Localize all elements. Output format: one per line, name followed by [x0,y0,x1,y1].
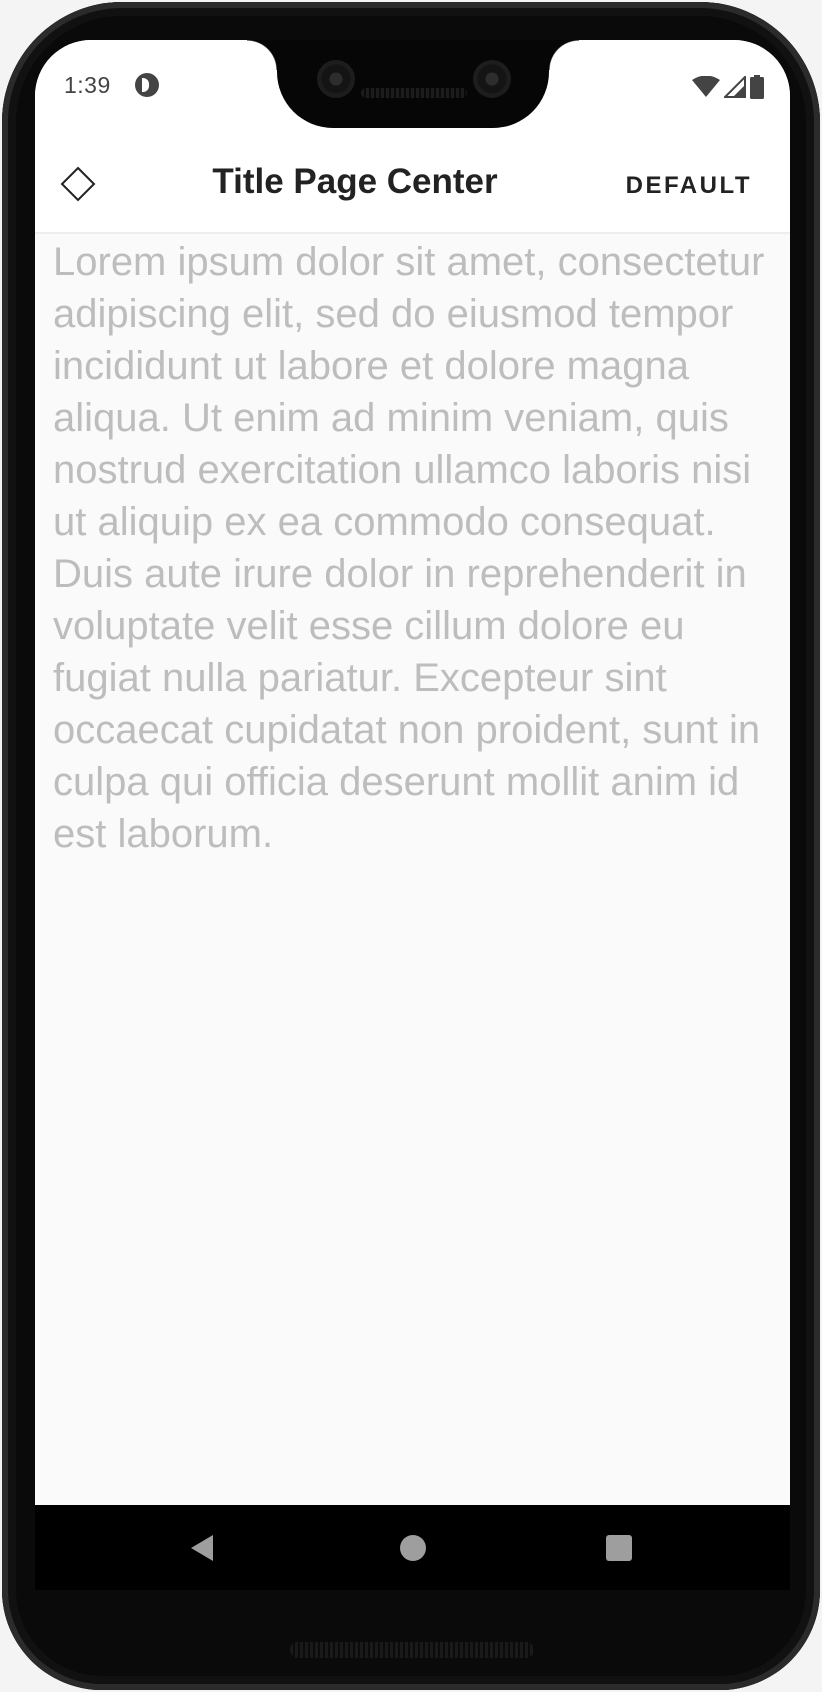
screen: 1:39 Title Page Center DEFAULT Lorem ips… [35,40,790,1588]
home-icon[interactable] [397,1532,429,1564]
wifi-icon [692,76,720,97]
status-icons [692,75,764,99]
navigation-bar [35,1505,790,1590]
body-text: Lorem ipsum dolor sit amet, consectetur … [53,240,765,856]
recents-icon[interactable] [603,1532,635,1564]
app-notification-icon [135,73,159,97]
front-camera-left-icon [317,60,355,98]
bottom-speaker-grille [290,1642,534,1658]
battery-icon [750,75,764,99]
display-notch [247,40,579,128]
status-bar: 1:39 [35,40,790,132]
earpiece-speaker [361,88,467,98]
default-button[interactable]: DEFAULT [626,172,752,200]
status-time: 1:39 [64,72,111,98]
back-icon[interactable] [187,1532,219,1564]
app-bar: Title Page Center DEFAULT [35,132,790,234]
front-camera-right-icon [473,60,511,98]
cell-signal-icon [724,76,746,98]
page-title: Title Page Center [212,162,498,201]
phone-frame: 1:39 Title Page Center DEFAULT Lorem ips… [2,2,820,1690]
